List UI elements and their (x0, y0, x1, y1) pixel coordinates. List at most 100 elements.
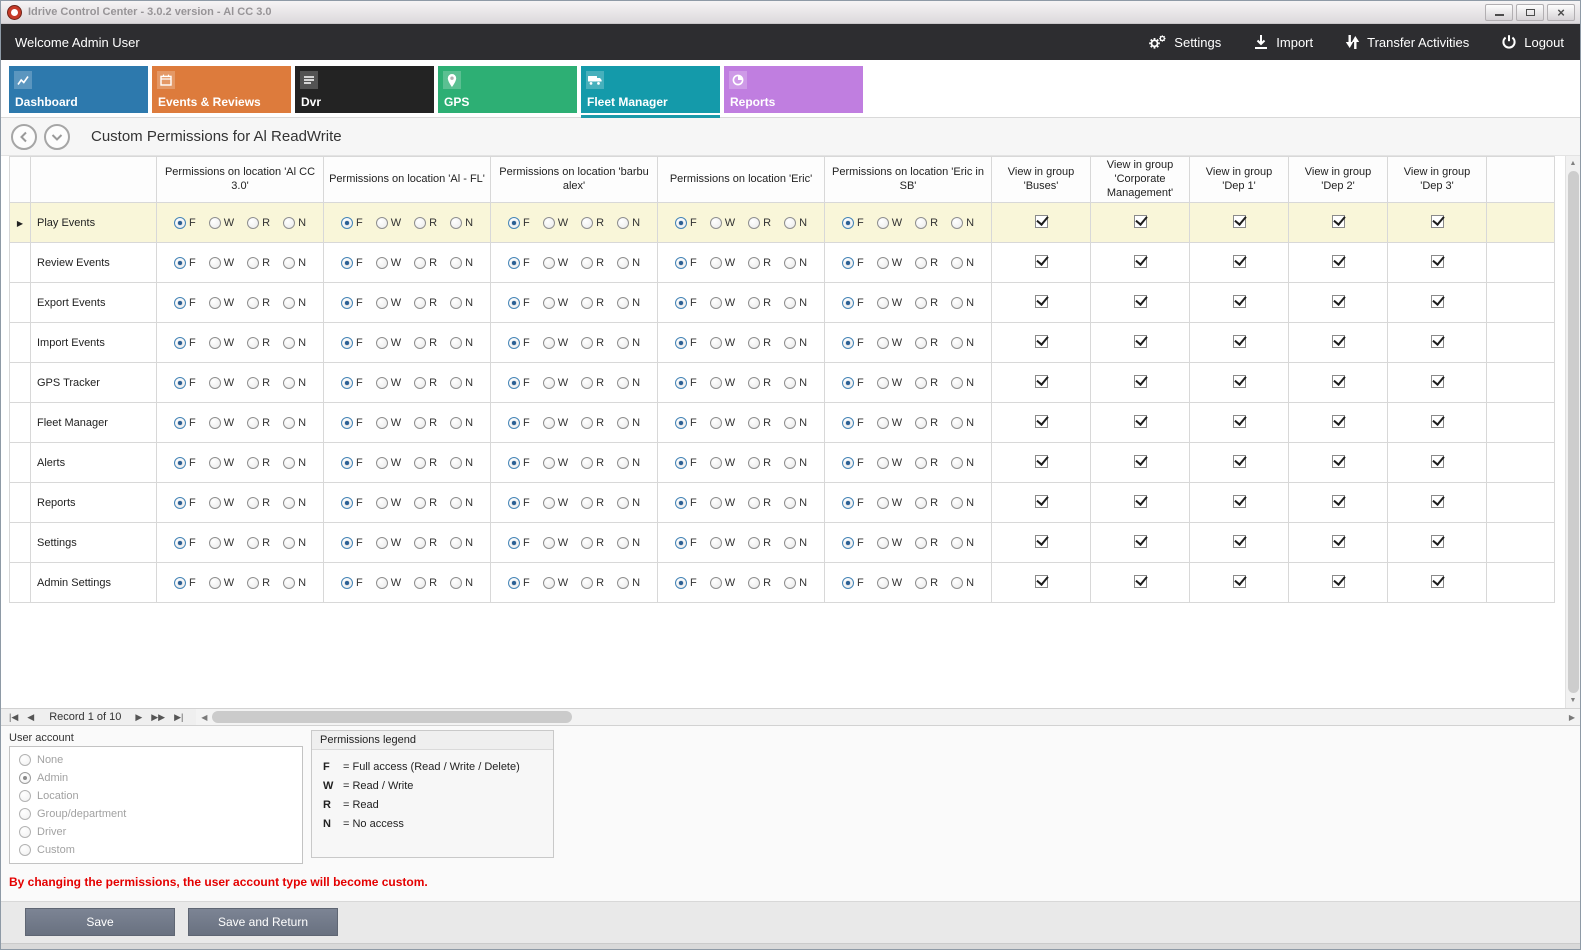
permission-radio-r[interactable]: R (581, 537, 604, 549)
permission-radio-f[interactable]: F (508, 217, 530, 229)
permission-radio-w[interactable]: W (543, 537, 568, 549)
group-view-checkbox[interactable] (1233, 255, 1246, 268)
permission-radio-r[interactable]: R (915, 297, 938, 309)
permission-radio-f[interactable]: F (174, 217, 196, 229)
permission-radio-r[interactable]: R (247, 377, 270, 389)
group-view-checkbox[interactable] (1431, 215, 1444, 228)
permission-radio-w[interactable]: W (209, 217, 234, 229)
permission-radio-n[interactable]: N (617, 417, 640, 429)
permission-radio-w[interactable]: W (209, 297, 234, 309)
group-view-checkbox[interactable] (1332, 495, 1345, 508)
permission-radio-w[interactable]: W (877, 497, 902, 509)
permission-radio-r[interactable]: R (748, 537, 771, 549)
permission-radio-w[interactable]: W (543, 297, 568, 309)
group-view-checkbox[interactable] (1233, 415, 1246, 428)
group-view-checkbox[interactable] (1134, 295, 1147, 308)
permission-radio-n[interactable]: N (450, 337, 473, 349)
permission-radio-f[interactable]: F (174, 537, 196, 549)
group-view-checkbox[interactable] (1134, 535, 1147, 548)
group-view-checkbox[interactable] (1035, 375, 1048, 388)
scroll-right-icon[interactable]: ▶ (1564, 713, 1580, 722)
permission-radio-n[interactable]: N (951, 377, 974, 389)
permission-radio-n[interactable]: N (617, 257, 640, 269)
permission-radio-f[interactable]: F (842, 497, 864, 509)
table-row[interactable]: Admin SettingsFWRNFWRNFWRNFWRNFWRN (10, 563, 1555, 603)
permission-radio-w[interactable]: W (209, 537, 234, 549)
permission-radio-w[interactable]: W (877, 577, 902, 589)
permission-radio-w[interactable]: W (710, 297, 735, 309)
permission-radio-n[interactable]: N (283, 377, 306, 389)
table-row[interactable]: ReportsFWRNFWRNFWRNFWRNFWRN (10, 483, 1555, 523)
minimize-button[interactable] (1485, 4, 1513, 21)
group-view-checkbox[interactable] (1332, 455, 1345, 468)
group-column-header[interactable]: View in group 'Buses' (992, 157, 1091, 203)
permission-radio-r[interactable]: R (915, 377, 938, 389)
user-account-option-admin[interactable]: Admin (19, 772, 293, 784)
table-row[interactable]: AlertsFWRNFWRNFWRNFWRNFWRN (10, 443, 1555, 483)
permission-radio-n[interactable]: N (283, 537, 306, 549)
permission-radio-r[interactable]: R (414, 457, 437, 469)
group-view-checkbox[interactable] (1332, 335, 1345, 348)
permission-radio-n[interactable]: N (617, 337, 640, 349)
permission-radio-f[interactable]: F (341, 217, 363, 229)
permission-radio-n[interactable]: N (784, 257, 807, 269)
permission-radio-w[interactable]: W (209, 577, 234, 589)
transfer-activities-button[interactable]: Transfer Activities (1345, 34, 1469, 50)
permission-radio-w[interactable]: W (376, 577, 401, 589)
permission-radio-r[interactable]: R (247, 217, 270, 229)
permission-radio-f[interactable]: F (842, 577, 864, 589)
permission-radio-w[interactable]: W (376, 217, 401, 229)
permission-radio-r[interactable]: R (247, 337, 270, 349)
permission-radio-w[interactable]: W (376, 497, 401, 509)
group-view-checkbox[interactable] (1233, 495, 1246, 508)
permission-radio-n[interactable]: N (951, 537, 974, 549)
table-row[interactable]: Export EventsFWRNFWRNFWRNFWRNFWRN (10, 283, 1555, 323)
scroll-left-icon[interactable]: ◀ (196, 713, 212, 722)
permission-radio-w[interactable]: W (710, 537, 735, 549)
permission-radio-n[interactable]: N (450, 257, 473, 269)
permission-radio-w[interactable]: W (376, 537, 401, 549)
permission-radio-f[interactable]: F (842, 337, 864, 349)
permission-radio-w[interactable]: W (877, 337, 902, 349)
permission-radio-n[interactable]: N (450, 217, 473, 229)
permission-radio-f[interactable]: F (508, 457, 530, 469)
group-view-checkbox[interactable] (1332, 215, 1345, 228)
permission-radio-f[interactable]: F (675, 377, 697, 389)
permission-radio-n[interactable]: N (617, 457, 640, 469)
user-account-option-group-department[interactable]: Group/department (19, 808, 293, 820)
back-button[interactable] (11, 124, 37, 150)
group-view-checkbox[interactable] (1134, 415, 1147, 428)
permission-radio-f[interactable]: F (341, 457, 363, 469)
permission-radio-r[interactable]: R (748, 257, 771, 269)
permission-radio-n[interactable]: N (450, 537, 473, 549)
permission-radio-r[interactable]: R (915, 497, 938, 509)
permission-radio-r[interactable]: R (581, 577, 604, 589)
user-account-option-driver[interactable]: Driver (19, 826, 293, 838)
pager-next-page-button[interactable]: ▶▶ (151, 712, 165, 723)
permission-radio-r[interactable]: R (247, 537, 270, 549)
permission-radio-w[interactable]: W (376, 377, 401, 389)
settings-button[interactable]: Settings (1147, 34, 1221, 51)
permission-radio-w[interactable]: W (877, 457, 902, 469)
permission-radio-f[interactable]: F (675, 257, 697, 269)
close-button[interactable]: × (1547, 4, 1575, 21)
permission-radio-f[interactable]: F (508, 337, 530, 349)
group-view-checkbox[interactable] (1233, 575, 1246, 588)
permission-radio-w[interactable]: W (710, 217, 735, 229)
permission-radio-r[interactable]: R (915, 577, 938, 589)
table-row[interactable]: SettingsFWRNFWRNFWRNFWRNFWRN (10, 523, 1555, 563)
group-view-checkbox[interactable] (1134, 215, 1147, 228)
permission-radio-n[interactable]: N (450, 417, 473, 429)
permission-radio-r[interactable]: R (247, 257, 270, 269)
permission-radio-w[interactable]: W (710, 457, 735, 469)
vertical-scrollbar-thumb[interactable] (1568, 171, 1579, 693)
permission-radio-r[interactable]: R (748, 297, 771, 309)
permission-radio-r[interactable]: R (247, 457, 270, 469)
permission-radio-n[interactable]: N (951, 497, 974, 509)
permission-radio-f[interactable]: F (341, 257, 363, 269)
permission-radio-r[interactable]: R (915, 417, 938, 429)
permission-radio-n[interactable]: N (283, 337, 306, 349)
permission-radio-r[interactable]: R (915, 337, 938, 349)
permission-radio-r[interactable]: R (748, 457, 771, 469)
permission-radio-w[interactable]: W (543, 457, 568, 469)
